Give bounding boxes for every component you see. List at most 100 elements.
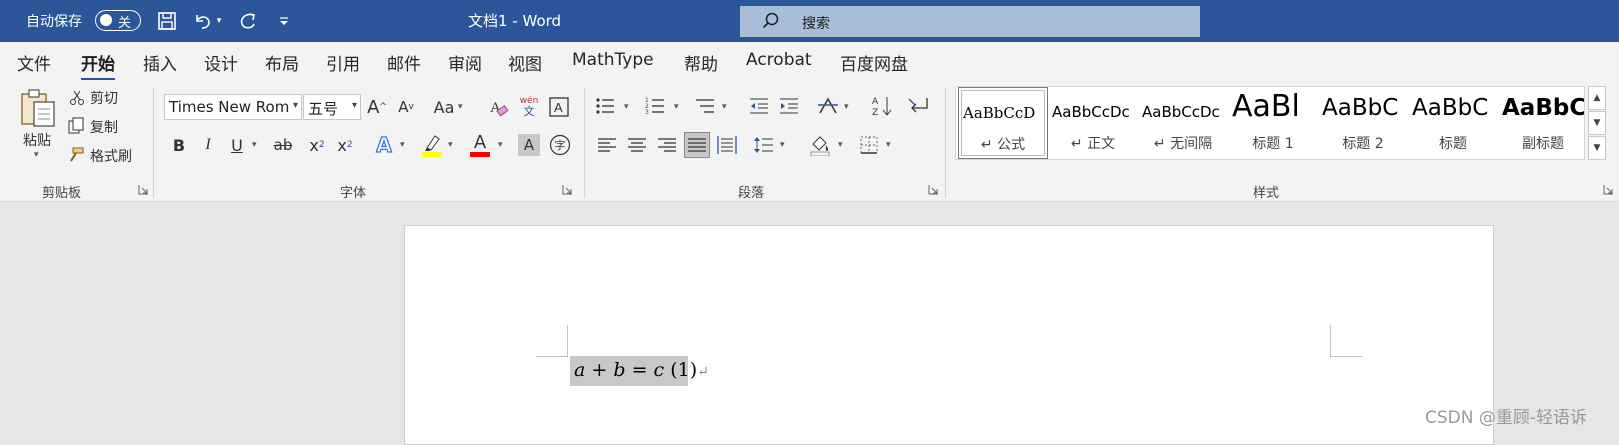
search-box[interactable]: 搜索 — [740, 6, 1200, 37]
paste-dropdown-icon[interactable]: ▾ — [34, 150, 39, 160]
show-paragraph-marks-icon[interactable] — [906, 94, 930, 118]
paste-label[interactable]: 粘贴 — [20, 130, 54, 150]
clear-formatting-icon[interactable]: A — [488, 95, 510, 119]
tab-mailings[interactable]: 邮件 — [387, 50, 421, 75]
borders-icon[interactable] — [858, 134, 880, 156]
styles-scroll-up-icon[interactable]: ▲ — [1588, 86, 1606, 110]
change-case-button[interactable]: Aa — [432, 95, 456, 119]
numbering-dropdown-icon[interactable]: ▾ — [674, 102, 679, 112]
style-preview: AaBbC — [1322, 95, 1399, 121]
tab-acrobat[interactable]: Acrobat — [746, 50, 812, 70]
font-launcher-icon[interactable] — [562, 184, 573, 195]
line-spacing-dropdown-icon[interactable]: ▾ — [780, 140, 785, 150]
style-name: ↵ 无间隔 — [1153, 136, 1213, 152]
grow-font-button[interactable]: A ^ — [366, 95, 388, 119]
paragraph-launcher-icon[interactable] — [928, 184, 939, 195]
tab-baidu-netdisk[interactable]: 百度网盘 — [840, 50, 908, 75]
justify-icon[interactable] — [684, 132, 710, 158]
borders-dropdown-icon[interactable]: ▾ — [886, 140, 891, 150]
tab-file[interactable]: 文件 — [17, 50, 51, 75]
format-painter-label[interactable]: 格式刷 — [90, 146, 132, 166]
styles-scroll-down-icon[interactable]: ▼ — [1588, 111, 1606, 135]
undo-icon[interactable] — [190, 8, 214, 34]
styles-launcher-icon[interactable] — [1603, 184, 1614, 195]
style-normal[interactable]: AaBbCcDc ↵ 正文 — [1048, 87, 1138, 159]
style-no-spacing[interactable]: AaBbCcDc ↵ 无间隔 — [1138, 87, 1228, 159]
shading-icon[interactable] — [808, 132, 832, 158]
cut-label[interactable]: 剪切 — [90, 88, 118, 108]
asian-layout-icon[interactable] — [816, 94, 840, 118]
tab-view[interactable]: 视图 — [508, 50, 542, 75]
highlight-icon[interactable] — [420, 132, 444, 158]
distributed-icon[interactable] — [716, 134, 738, 156]
numbering-icon[interactable]: 123 — [644, 95, 666, 117]
style-subtitle[interactable]: AaBbC 副标题 — [1498, 87, 1588, 159]
shrink-font-button[interactable]: Av — [395, 95, 417, 119]
paragraph-group-label: 段落 — [738, 186, 765, 201]
undo-dropdown-icon[interactable]: ▾ — [213, 8, 225, 34]
tab-design[interactable]: 设计 — [204, 50, 238, 75]
subscript-button[interactable]: x2 — [306, 133, 328, 157]
line-spacing-icon[interactable] — [752, 134, 774, 156]
align-left-icon[interactable] — [596, 134, 618, 156]
tab-home[interactable]: 开始 — [81, 50, 115, 81]
bold-button[interactable]: B — [168, 133, 190, 157]
cut-icon[interactable] — [68, 89, 86, 107]
redo-icon[interactable] — [236, 8, 260, 34]
font-name-combobox[interactable]: Times New Rom ▾ — [164, 94, 302, 120]
toggle-knob — [100, 14, 112, 26]
save-icon[interactable] — [155, 8, 179, 34]
multilevel-list-icon[interactable] — [694, 95, 716, 117]
italic-button[interactable]: I — [197, 133, 219, 157]
decrease-indent-icon[interactable] — [748, 95, 770, 117]
style-formula[interactable]: AaBbCcD ↵ 公式 — [958, 87, 1048, 159]
copy-icon[interactable] — [66, 117, 86, 135]
font-size-dropdown-icon[interactable]: ▾ — [352, 100, 357, 111]
document-title: 文档1 - Word — [468, 12, 562, 30]
paste-icon[interactable] — [16, 88, 60, 130]
bullets-icon[interactable] — [594, 95, 616, 117]
change-case-dropdown-icon[interactable]: ▾ — [458, 102, 463, 112]
underline-dropdown-icon[interactable]: ▾ — [252, 140, 257, 150]
highlight-dropdown-icon[interactable]: ▾ — [448, 140, 453, 150]
superscript-button[interactable]: x2 — [334, 133, 356, 157]
align-center-icon[interactable] — [626, 134, 648, 156]
equation-selection[interactable]: a + b = c (1)↵ — [570, 356, 709, 386]
tab-insert[interactable]: 插入 — [143, 50, 177, 75]
enclose-characters-icon[interactable]: 字 — [548, 133, 572, 157]
character-shading-button[interactable]: A — [518, 134, 540, 156]
strikethrough-button[interactable]: ab — [270, 133, 296, 157]
tab-layout[interactable]: 布局 — [265, 50, 299, 75]
font-color-dropdown-icon[interactable]: ▾ — [498, 140, 503, 150]
font-name-dropdown-icon[interactable]: ▾ — [293, 100, 298, 111]
bullets-dropdown-icon[interactable]: ▾ — [624, 102, 629, 112]
tab-references[interactable]: 引用 — [326, 50, 360, 75]
style-heading-2[interactable]: AaBbC 标题 2 — [1318, 87, 1408, 159]
phonetic-guide-button[interactable]: wén 文 — [516, 93, 542, 121]
styles-more-icon[interactable]: ▼ — [1588, 136, 1606, 160]
autosave-toggle[interactable]: 关 — [95, 10, 141, 31]
shading-dropdown-icon[interactable]: ▾ — [838, 140, 843, 150]
clipboard-group-label: 剪贴板 — [42, 186, 82, 201]
align-right-icon[interactable] — [656, 134, 678, 156]
style-heading-1[interactable]: AaBl 标题 1 — [1228, 87, 1318, 159]
text-effects-dropdown-icon[interactable]: ▾ — [400, 140, 405, 150]
copy-label[interactable]: 复制 — [90, 117, 118, 137]
font-size-combobox[interactable]: 五号 ▾ — [303, 94, 361, 120]
asian-layout-dropdown-icon[interactable]: ▾ — [844, 102, 849, 112]
font-color-button[interactable]: A — [468, 132, 492, 158]
multilevel-dropdown-icon[interactable]: ▾ — [722, 102, 727, 112]
underline-button[interactable]: U — [226, 133, 248, 157]
clipboard-launcher-icon[interactable] — [138, 184, 149, 195]
tab-help[interactable]: 帮助 — [684, 50, 718, 75]
customize-qat-icon[interactable] — [277, 8, 291, 34]
tab-mathtype[interactable]: MathType — [572, 50, 654, 70]
tab-review[interactable]: 审阅 — [448, 50, 482, 75]
increase-indent-icon[interactable] — [778, 95, 800, 117]
sort-icon[interactable]: AZ — [870, 94, 894, 118]
superscript-label: x — [337, 135, 347, 155]
style-title[interactable]: AaBbC 标题 — [1408, 87, 1498, 159]
text-effects-button[interactable]: A — [372, 132, 396, 158]
format-painter-icon[interactable] — [66, 146, 86, 164]
character-border-icon[interactable]: A — [547, 95, 571, 119]
